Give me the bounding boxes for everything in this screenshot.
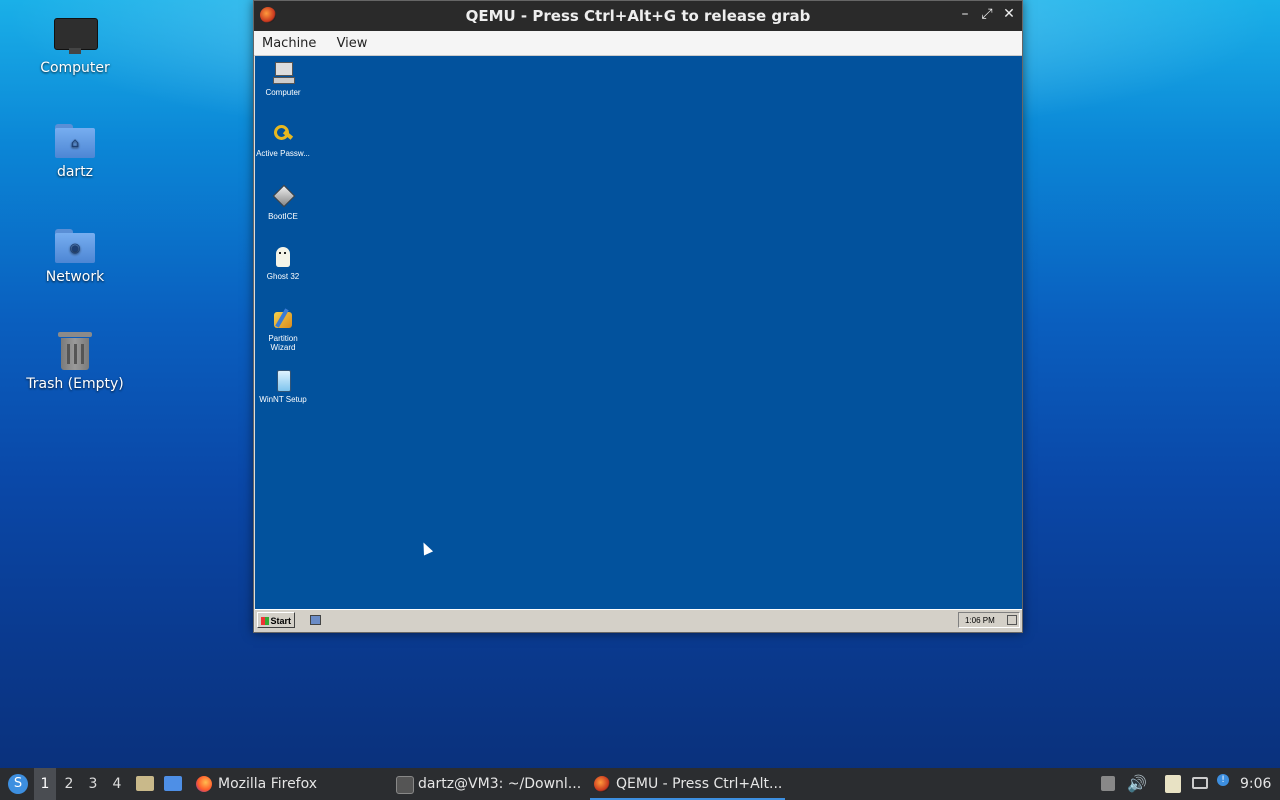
qemu-window[interactable]: QEMU - Press Ctrl+Alt+G to release grab … bbox=[253, 0, 1023, 633]
lubuntu-logo-icon: S bbox=[8, 774, 28, 794]
show-desktop-launcher[interactable] bbox=[162, 768, 184, 800]
monitor-icon bbox=[54, 18, 98, 54]
taskbar-terminal-label: dartz@VM3: ~/Downl... bbox=[418, 776, 582, 792]
desktop-icon-label: Computer bbox=[40, 60, 110, 76]
tray-network-icon[interactable] bbox=[1007, 615, 1017, 625]
update-notifier-icon[interactable]: ! bbox=[1216, 768, 1232, 800]
partition-wizard-icon bbox=[272, 308, 294, 330]
guest-icon-bootice[interactable]: BootICE bbox=[255, 184, 311, 221]
guest-icon-label: Ghost 32 bbox=[266, 272, 300, 281]
desktop-icon-network[interactable]: ◉ Network bbox=[15, 229, 135, 285]
guest-icon-partition-wizard[interactable]: Partition Wizard bbox=[255, 308, 311, 352]
menu-bar: Machine View bbox=[254, 31, 1022, 56]
clock[interactable]: 9:06 bbox=[1240, 768, 1276, 800]
clipboard-icon[interactable] bbox=[1164, 768, 1182, 800]
network-folder-icon: ◉ bbox=[55, 229, 95, 263]
file-manager-launcher[interactable] bbox=[134, 768, 156, 800]
show-desktop-icon[interactable] bbox=[310, 615, 321, 625]
guest-icon-computer[interactable]: Computer bbox=[255, 62, 311, 97]
desktop-icon-label: Trash (Empty) bbox=[26, 376, 124, 392]
guest-taskbar: Start 1:06 PM bbox=[255, 609, 1022, 632]
home-folder-icon: ⌂ bbox=[55, 124, 95, 158]
desktop-icon bbox=[164, 776, 182, 791]
ghost-icon bbox=[272, 246, 294, 268]
desktop-icon-label: Network bbox=[45, 269, 105, 285]
desktop-icon-trash[interactable]: Trash (Empty) bbox=[15, 330, 135, 392]
mouse-pointer-icon bbox=[418, 540, 434, 556]
window-titlebar[interactable]: QEMU - Press Ctrl+Alt+G to release grab … bbox=[254, 1, 1022, 31]
file-manager-icon bbox=[136, 776, 154, 791]
close-button[interactable]: ✕ bbox=[1000, 6, 1018, 22]
guest-icon-label: BootICE bbox=[268, 212, 298, 221]
workspace-4[interactable]: 4 bbox=[106, 768, 128, 800]
guest-icon-ghost[interactable]: Ghost 32 bbox=[255, 246, 311, 281]
taskbar-qemu-label: QEMU - Press Ctrl+Alt... bbox=[616, 776, 783, 792]
volume-icon[interactable]: 🔊 bbox=[1127, 768, 1147, 800]
computer-icon bbox=[272, 62, 295, 84]
menu-view[interactable]: View bbox=[329, 31, 376, 51]
workspace-2[interactable]: 2 bbox=[58, 768, 80, 800]
desktop-icon-computer[interactable]: Computer bbox=[15, 18, 135, 76]
start-menu-button[interactable]: S bbox=[4, 768, 30, 800]
windows-logo-icon bbox=[261, 617, 269, 625]
qemu-icon bbox=[594, 776, 610, 792]
menu-machine[interactable]: Machine bbox=[254, 31, 324, 51]
desktop-icon-label: dartz bbox=[56, 164, 94, 180]
trash-icon bbox=[58, 330, 92, 370]
guest-icon-label: Computer bbox=[265, 88, 301, 97]
taskbar-terminal[interactable]: dartz@VM3: ~/Downl... bbox=[392, 768, 610, 800]
network-icon[interactable] bbox=[1192, 768, 1210, 800]
guest-start-button[interactable]: Start bbox=[257, 612, 295, 628]
terminal-icon bbox=[396, 776, 414, 794]
guest-icon-label: Active Passw... bbox=[256, 149, 310, 158]
host-taskbar: S 1 2 3 4 Mozilla Firefox dartz@VM3: ~/D… bbox=[0, 768, 1280, 800]
taskbar-firefox-label: Mozilla Firefox bbox=[218, 776, 318, 792]
guest-system-tray: 1:06 PM bbox=[958, 612, 1020, 628]
workspace-1[interactable]: 1 bbox=[34, 768, 56, 800]
guest-start-label: Start bbox=[270, 616, 291, 626]
guest-icon-label: Partition Wizard bbox=[268, 334, 298, 352]
maximize-button[interactable]: ⤢ bbox=[978, 6, 996, 22]
guest-clock: 1:06 PM bbox=[965, 616, 995, 625]
taskbar-firefox[interactable]: Mozilla Firefox bbox=[192, 768, 408, 800]
winnt-setup-icon bbox=[272, 369, 294, 392]
tray-arrow-icon[interactable] bbox=[1100, 768, 1116, 800]
guest-icon-label: WinNT Setup bbox=[259, 395, 307, 404]
key-icon bbox=[272, 123, 294, 145]
desktop-icon-dartz[interactable]: ⌂ dartz bbox=[15, 124, 135, 180]
firefox-icon bbox=[196, 776, 212, 792]
guest-icon-active-password[interactable]: Active Passw... bbox=[255, 123, 311, 158]
guest-icon-winnt-setup[interactable]: WinNT Setup bbox=[255, 369, 311, 404]
window-title: QEMU - Press Ctrl+Alt+G to release grab bbox=[465, 7, 811, 25]
guest-screen[interactable]: Computer Active Passw... BootICE Ghost 3… bbox=[255, 56, 1022, 632]
bootice-icon bbox=[272, 184, 296, 208]
minimize-button[interactable]: – bbox=[956, 6, 974, 22]
workspace-3[interactable]: 3 bbox=[82, 768, 104, 800]
taskbar-qemu[interactable]: QEMU - Press Ctrl+Alt... bbox=[590, 768, 785, 800]
